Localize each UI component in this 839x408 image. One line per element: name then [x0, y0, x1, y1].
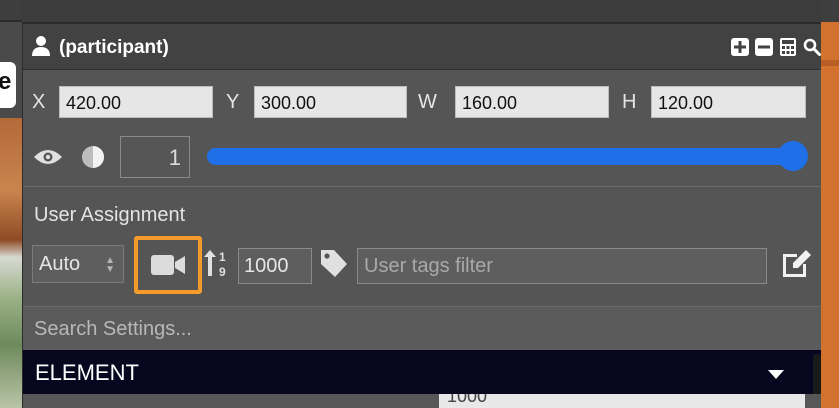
- assignment-mode-value: Auto: [39, 253, 81, 275]
- background-tab: e: [0, 62, 16, 108]
- x-label: X: [32, 91, 46, 113]
- properties-panel: (participant) X 420.00 Y 300.00 W 160.00…: [22, 22, 821, 408]
- settings-row-value-field[interactable]: 1000: [439, 394, 805, 408]
- edit-icon[interactable]: [781, 248, 813, 278]
- element-section-header[interactable]: ELEMENT: [23, 350, 821, 394]
- user-assignment-title: User Assignment: [34, 204, 186, 226]
- background-topbar-right: [821, 0, 839, 22]
- panel-titlebar: (participant): [23, 24, 821, 70]
- select-arrows-icon: ▲ ▼: [105, 255, 115, 275]
- background-topbar: [0, 0, 22, 22]
- background-band: [821, 60, 839, 66]
- h-field[interactable]: 120.00: [651, 86, 806, 118]
- camera-button[interactable]: [134, 236, 202, 294]
- w-label: W: [418, 91, 437, 113]
- svg-text:9: 9: [219, 265, 226, 278]
- y-label: Y: [226, 91, 240, 113]
- h-label: H: [622, 91, 637, 113]
- calculator-icon[interactable]: [779, 38, 797, 56]
- y-field[interactable]: 300.00: [254, 86, 407, 118]
- settings-row-value: 1000: [447, 394, 488, 406]
- divider: [23, 186, 821, 187]
- opacity-input[interactable]: 1: [120, 136, 190, 178]
- opacity-slider[interactable]: [207, 148, 791, 165]
- panel-toolbar: [731, 38, 821, 56]
- search-settings-input[interactable]: Search Settings...: [23, 306, 821, 350]
- eye-icon[interactable]: [33, 148, 63, 166]
- contrast-icon[interactable]: [81, 145, 105, 169]
- caret-down-icon: [768, 370, 784, 379]
- w-field[interactable]: 160.00: [455, 86, 609, 118]
- video-camera-icon: [151, 255, 185, 275]
- background-photo: [0, 118, 22, 408]
- add-icon[interactable]: [731, 38, 749, 56]
- sort-order-icon: 1 9: [204, 250, 226, 278]
- remove-icon[interactable]: [755, 38, 773, 56]
- x-field[interactable]: 420.00: [59, 86, 213, 118]
- background-tab-letter: e: [0, 68, 12, 95]
- user-tags-filter-input[interactable]: User tags filter: [357, 248, 767, 284]
- opacity-slider-handle[interactable]: [778, 141, 808, 171]
- background-canvas: e: [0, 0, 22, 408]
- element-section-label: ELEMENT: [35, 360, 139, 385]
- background-canvas-right: [821, 0, 839, 408]
- order-input[interactable]: 1000: [238, 248, 312, 284]
- assignment-mode-select[interactable]: Auto ▲ ▼: [32, 245, 124, 283]
- search-icon[interactable]: [803, 38, 821, 56]
- svg-text:1: 1: [219, 250, 226, 264]
- tag-icon: [321, 250, 347, 277]
- settings-row: 1000: [23, 394, 821, 408]
- panel-title: (participant): [59, 37, 169, 58]
- search-settings-placeholder: Search Settings...: [34, 318, 192, 340]
- user-icon: [32, 36, 50, 56]
